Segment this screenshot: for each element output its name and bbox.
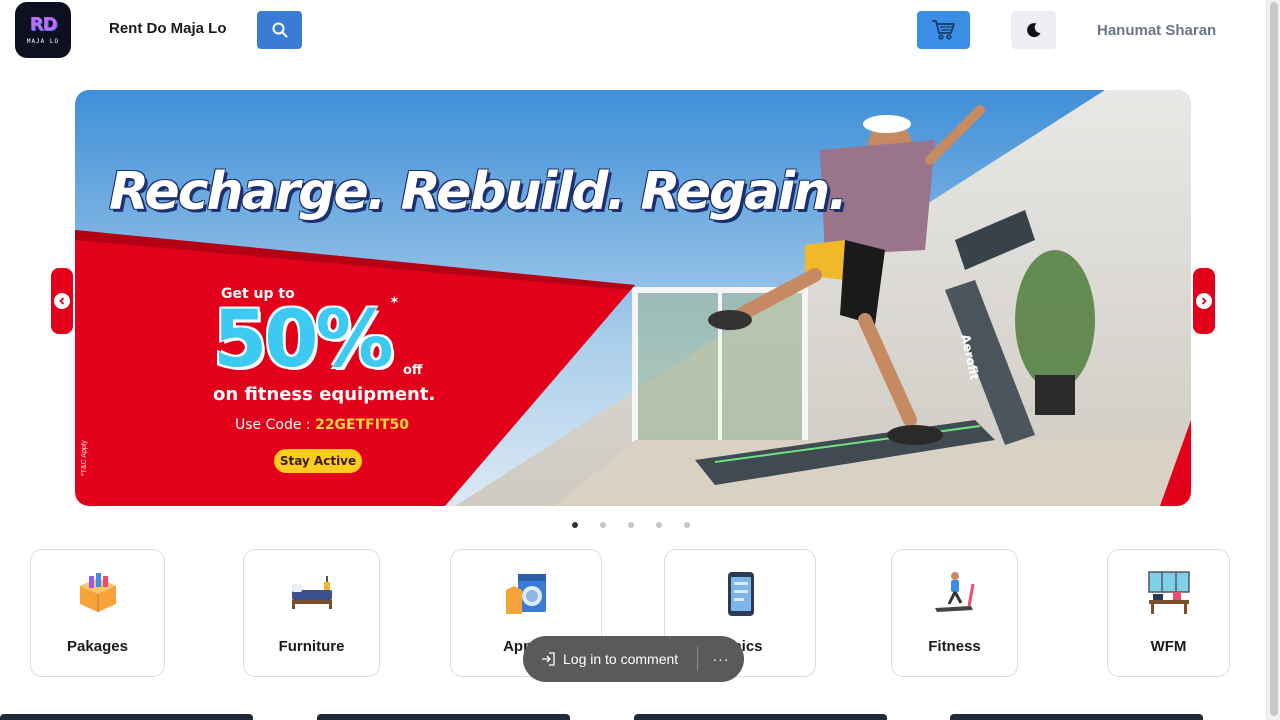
category-label: Pakages xyxy=(67,638,128,655)
product-card[interactable] xyxy=(0,714,253,720)
more-options-button[interactable]: ··· xyxy=(698,636,744,682)
phone-icon xyxy=(728,572,754,616)
carousel-dot[interactable] xyxy=(600,522,606,528)
scrollbar-thumb[interactable] xyxy=(1270,2,1278,716)
promo-percent: 50%* xyxy=(213,295,399,385)
login-to-comment-button[interactable]: Log in to comment xyxy=(523,636,697,682)
carousel-prev-button[interactable] xyxy=(51,268,73,334)
promo-code-value: 22GETFIT50 xyxy=(315,417,409,433)
login-icon xyxy=(542,652,555,666)
search-button[interactable] xyxy=(257,11,302,49)
site-title[interactable]: Rent Do Maja Lo xyxy=(109,20,227,37)
promo-code: Use Code : 22GETFIT50 xyxy=(235,417,409,433)
stay-active-badge: Stay Active xyxy=(274,449,362,473)
terms-note: *T&C Apply xyxy=(81,440,88,476)
chevron-left-icon xyxy=(54,293,70,309)
user-name[interactable]: Hanumat Sharan xyxy=(1097,22,1216,39)
category-label: Fitness xyxy=(928,638,981,655)
product-card[interactable] xyxy=(950,714,1203,720)
cart-button[interactable] xyxy=(917,11,970,49)
category-label: WFM xyxy=(1150,638,1187,655)
promo-star: * xyxy=(390,295,399,311)
promo-off: off xyxy=(403,363,423,378)
category-label: Furniture xyxy=(278,638,345,655)
carousel-dot[interactable] xyxy=(656,522,662,528)
bed-icon xyxy=(291,576,332,609)
more-icon: ··· xyxy=(712,651,730,667)
carousel-next-button[interactable] xyxy=(1193,268,1215,334)
carousel-indicators xyxy=(572,522,690,528)
promo-percent-value: 50% xyxy=(213,295,394,385)
hero-banner[interactable]: Recharge. Rebuild. Regain. Get up to 50%… xyxy=(75,90,1191,506)
moon-icon xyxy=(1026,23,1040,38)
category-wfm[interactable]: WFM xyxy=(1107,549,1230,677)
treadmill-icon xyxy=(934,572,974,612)
page: RD MAJA LO Rent Do Maja Lo Hanumat Shara… xyxy=(0,0,1280,720)
category-furniture[interactable]: Furniture xyxy=(243,549,380,677)
product-card[interactable] xyxy=(317,714,570,720)
site-logo[interactable]: RD MAJA LO xyxy=(15,2,71,58)
login-to-comment-label: Log in to comment xyxy=(563,651,679,667)
carousel-dot[interactable] xyxy=(628,522,634,528)
promo-code-label: Use Code : xyxy=(235,417,311,433)
logo-mark: RD xyxy=(29,14,58,35)
carousel-dot[interactable] xyxy=(572,522,578,528)
packages-icon xyxy=(79,573,116,612)
category-fitness[interactable]: Fitness xyxy=(891,549,1018,677)
product-card[interactable] xyxy=(634,714,887,720)
carousel-dot[interactable] xyxy=(684,522,690,528)
page-scrollbar[interactable] xyxy=(1266,0,1280,720)
search-icon xyxy=(272,22,287,38)
banner-slogan: Recharge. Rebuild. Regain. xyxy=(109,162,848,222)
theme-toggle-button[interactable] xyxy=(1011,11,1056,49)
category-packages[interactable]: Pakages xyxy=(30,549,165,677)
promo-line: on fitness equipment. xyxy=(213,384,436,405)
comment-toolbar: Log in to comment ··· xyxy=(523,636,744,682)
washing-machine-icon xyxy=(506,574,546,614)
office-desk-icon xyxy=(1147,571,1190,614)
logo-text: MAJA LO xyxy=(26,38,60,45)
cart-icon xyxy=(931,20,955,40)
chevron-right-icon xyxy=(1196,293,1212,309)
